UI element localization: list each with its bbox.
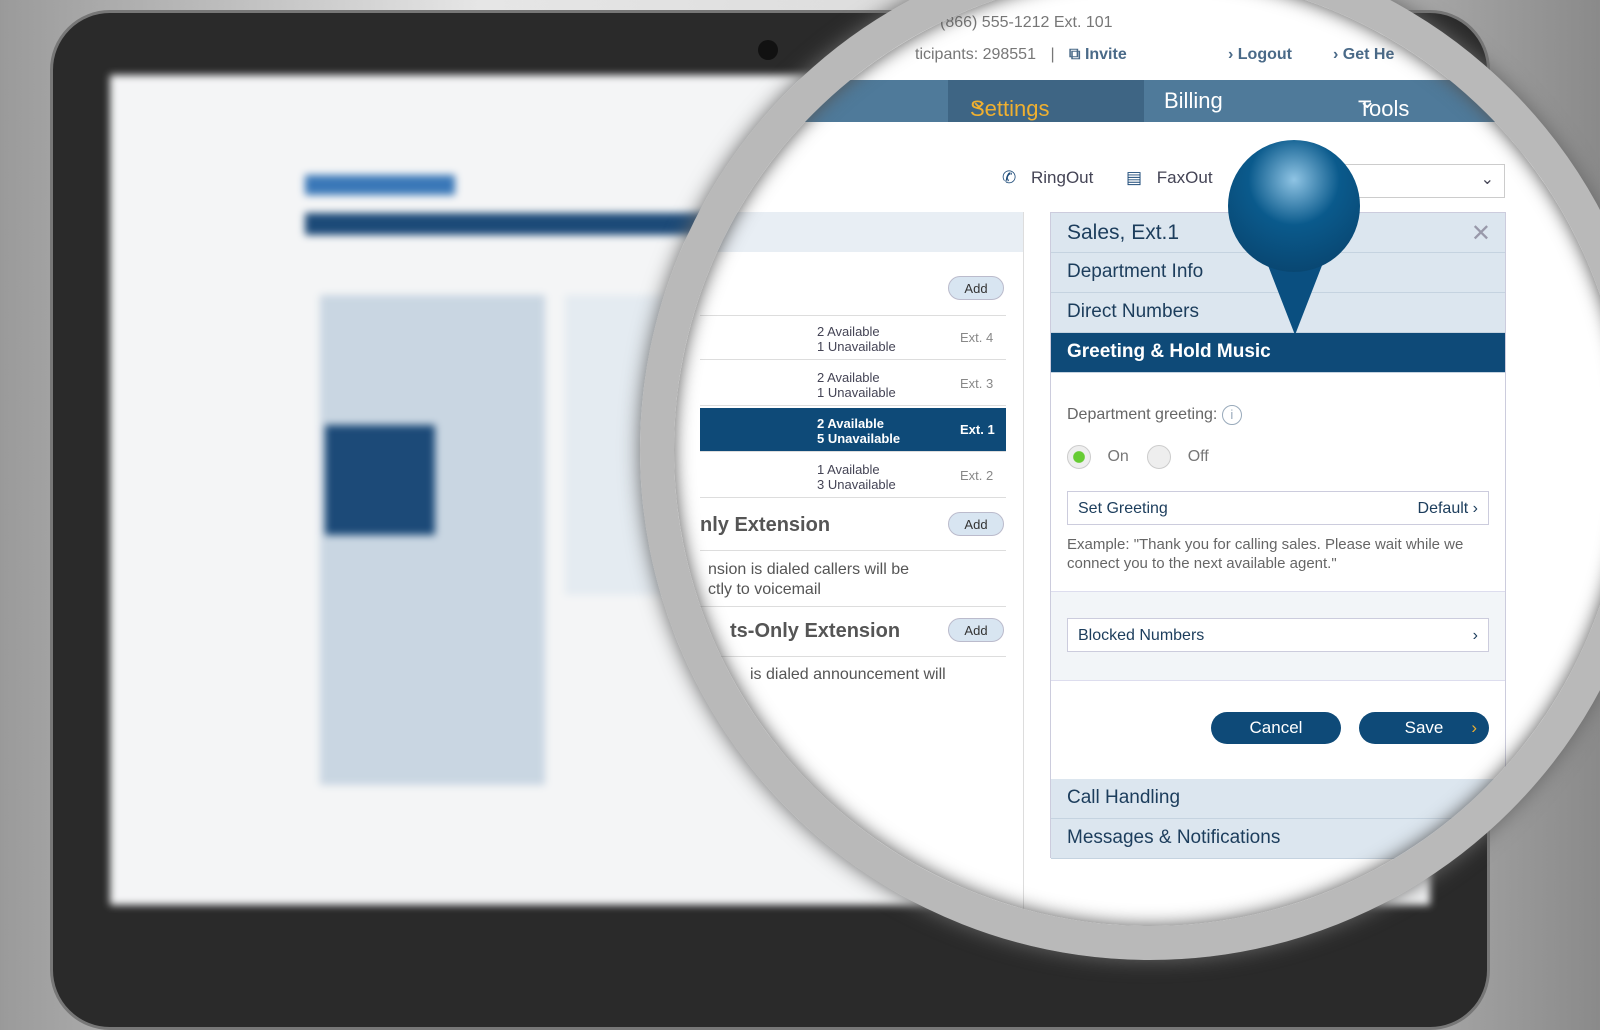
department-row[interactable]: 1 Available 3 Unavailable Ext. 2 xyxy=(700,454,1006,498)
radio-on[interactable] xyxy=(1067,445,1091,469)
radio-on-label: On xyxy=(1107,448,1129,466)
add-voicemail-button[interactable]: Add xyxy=(948,512,1004,536)
section-call-handling[interactable]: Call Handling xyxy=(1051,779,1505,819)
account-phone: (866) 555-1212 Ext. 101 xyxy=(940,14,1113,31)
close-icon[interactable]: ✕ xyxy=(1471,219,1491,248)
voicemail-description: nsion is dialed callers will be ctly to v… xyxy=(708,561,909,598)
info-icon[interactable]: i xyxy=(1221,405,1242,425)
department-row[interactable]: 2 Available 1 Unavailable Ext. 3 xyxy=(700,362,1006,406)
nav-settings[interactable]: Settings ⌄ xyxy=(970,88,1050,121)
greeting-label: Department greeting: xyxy=(1067,406,1218,423)
blocked-numbers-row[interactable]: Blocked Numbers › xyxy=(1067,618,1489,652)
faxout-button[interactable]: ▤ FaxOut xyxy=(1126,168,1213,188)
get-help-link[interactable]: › Get He xyxy=(1333,46,1394,64)
department-row-selected[interactable]: 2 Available 5 Unavailable Ext. 1 xyxy=(700,408,1006,452)
add-announcement-button[interactable]: Add xyxy=(948,618,1004,642)
announcement-description: is dialed announcement will xyxy=(750,666,946,683)
participants-count: ticipants: 298551 xyxy=(915,46,1036,63)
chevron-right-icon: › xyxy=(1471,718,1477,737)
add-department-button[interactable]: Add xyxy=(948,276,1004,300)
phone-icon: ✆ xyxy=(1002,168,1017,187)
chevron-down-icon: ⌄ xyxy=(1480,171,1494,188)
nav-billing[interactable]: Billing xyxy=(1164,88,1223,114)
magnifier-lens: (866) 555-1212 Ext. 101 ticipants: 29855… xyxy=(660,0,1600,940)
separator: | xyxy=(1050,46,1055,63)
department-row[interactable]: 2 Available 1 Unavailable Ext. 4 xyxy=(700,316,1006,360)
chevron-right-icon: › xyxy=(1472,500,1478,517)
set-greeting-row[interactable]: Set Greeting Default › xyxy=(1067,491,1489,525)
save-button[interactable]: Save › xyxy=(1359,712,1489,744)
fax-icon: ▤ xyxy=(1126,168,1143,187)
logout-link[interactable]: › Logout xyxy=(1228,46,1292,64)
ringout-button[interactable]: ✆ RingOut xyxy=(1002,168,1093,188)
chevron-right-icon: › xyxy=(1472,627,1478,644)
announcement-extension-title: ts-Only Extension xyxy=(730,620,901,642)
cancel-button[interactable]: Cancel xyxy=(1211,712,1341,744)
nav-tools[interactable]: Tools ⌄ xyxy=(1358,88,1409,121)
section-messages-notifications[interactable]: Messages & Notifications xyxy=(1051,819,1505,859)
radio-off[interactable] xyxy=(1147,445,1172,469)
voicemail-extension-title: nly Extension xyxy=(700,514,831,536)
section-greeting-hold-music[interactable]: Greeting & Hold Music xyxy=(1051,333,1505,373)
invite-link[interactable]: ⧉ Invite xyxy=(1069,46,1127,63)
map-pin-icon xyxy=(1228,140,1360,272)
radio-off-label: Off xyxy=(1187,448,1209,466)
greeting-example: Example: "Thank you for calling sales. P… xyxy=(1067,536,1464,572)
external-link-icon: ⧉ xyxy=(1069,46,1081,63)
main-nav: Settings ⌄ Billing Tools ⌄ xyxy=(700,80,1500,122)
